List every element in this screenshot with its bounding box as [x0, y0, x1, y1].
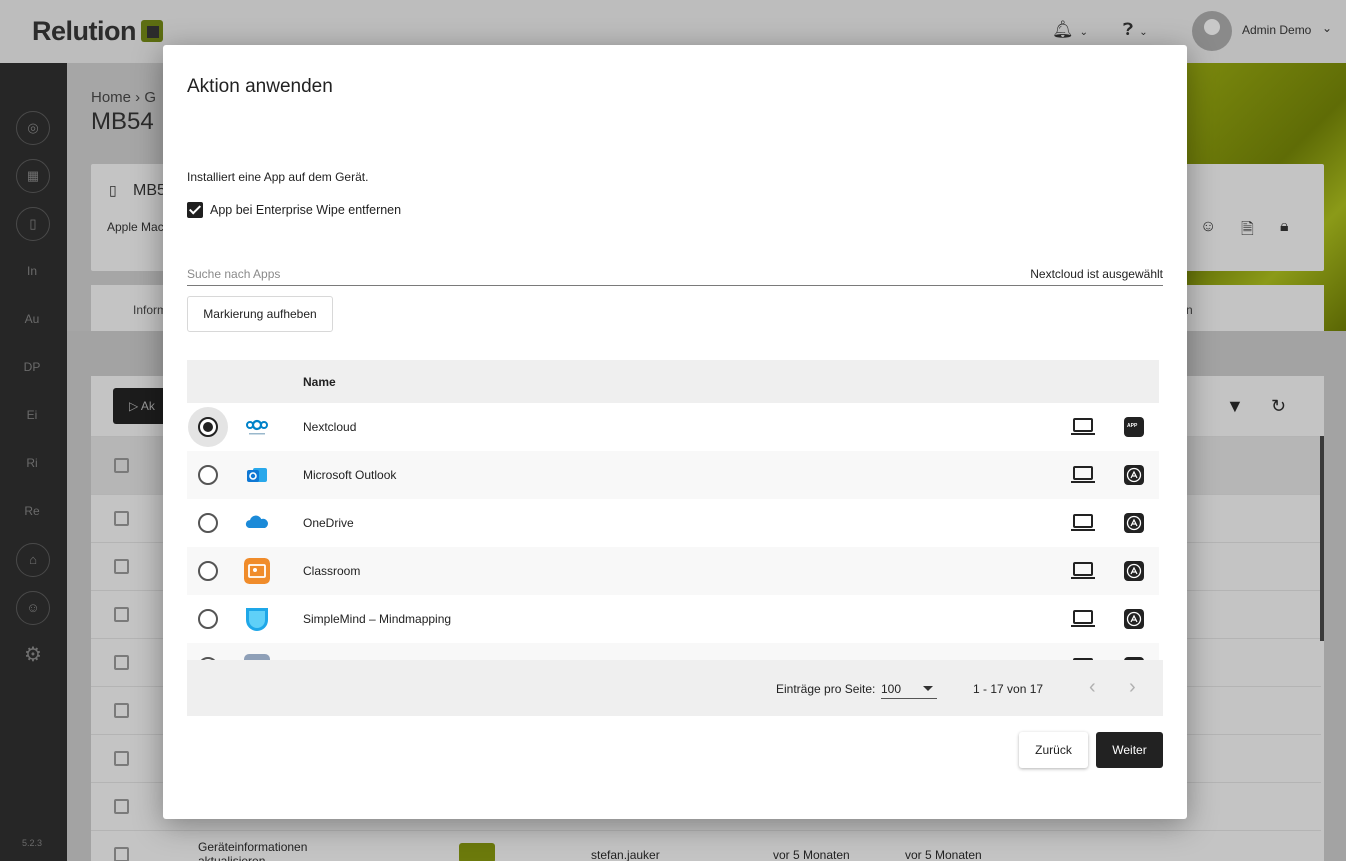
user-icon[interactable]: ☺	[16, 591, 50, 625]
dialog-title: Aktion anwenden	[187, 76, 333, 97]
app-radio[interactable]	[198, 465, 218, 485]
onedrive-icon	[245, 515, 268, 528]
search-input[interactable]	[187, 265, 887, 283]
page-range: 1 - 17 von 17	[973, 682, 1044, 696]
tab-info[interactable]: Inform	[133, 303, 167, 317]
document-icon[interactable]: 🗎	[1241, 218, 1254, 245]
laptop-icon	[1071, 418, 1095, 435]
sidebar-item-ei[interactable]: Ei	[0, 408, 64, 422]
lock-icon[interactable]: 🔒︎	[1280, 218, 1289, 236]
app-search: Nextcloud ist ausgewählt	[187, 265, 1163, 286]
laptop-icon	[1071, 610, 1095, 627]
laptop-icon	[1071, 466, 1095, 483]
sidebar-item-in[interactable]: In	[0, 264, 64, 278]
selection-status: Nextcloud ist ausgewählt	[1030, 267, 1163, 281]
scrollbar[interactable]	[1320, 436, 1324, 641]
app-store-icon	[1124, 513, 1144, 533]
simplemind-icon	[246, 608, 268, 631]
updated-cell: vor 5 Monaten	[905, 848, 982, 861]
laptop-icon: ▯	[109, 182, 117, 198]
app-row-partial[interactable]	[187, 643, 1159, 660]
user-icon[interactable]: ☺	[1200, 218, 1216, 236]
breadcrumb[interactable]: Home › G	[91, 89, 156, 106]
app-store-icon	[1124, 561, 1144, 581]
refresh-icon[interactable]: ↻	[1271, 396, 1286, 417]
dialog-description: Installiert eine App auf dem Gerät.	[187, 170, 369, 184]
avatar[interactable]	[1192, 11, 1232, 51]
app-radio-selected[interactable]	[198, 417, 218, 437]
outlook-icon	[247, 468, 267, 482]
laptop-icon	[1071, 514, 1095, 531]
apply-action-dialog: Aktion anwenden Installiert eine App auf…	[163, 45, 1187, 819]
brand-logo-mark	[141, 20, 163, 42]
app-name: SimpleMind – Mindmapping	[303, 612, 452, 626]
laptop-icon	[1071, 562, 1095, 579]
classroom-icon	[244, 558, 270, 584]
app-name: Nextcloud	[303, 420, 357, 434]
app-badge-icon: APP	[1124, 417, 1144, 437]
app-store-icon	[1124, 609, 1144, 629]
user-cell: stefan.jauker	[591, 848, 660, 861]
app-row-classroom[interactable]: Classroom	[187, 547, 1159, 595]
row-checkbox[interactable]	[114, 655, 129, 670]
bell-icon[interactable]: 🔔︎ ⌄	[1052, 20, 1088, 40]
device-icon[interactable]: ▯	[16, 207, 50, 241]
chevron-right-icon[interactable]: ›	[1129, 676, 1136, 699]
row-checkbox[interactable]	[114, 511, 129, 526]
row-checkbox[interactable]	[114, 799, 129, 814]
apps-grid-icon[interactable]: ▦	[16, 159, 50, 193]
chevron-left-icon[interactable]: ‹	[1089, 676, 1096, 699]
column-name[interactable]: Name	[303, 375, 336, 389]
per-page-label: Einträge pro Seite:	[776, 682, 876, 696]
dashboard-icon[interactable]: ◎	[16, 111, 50, 145]
back-button[interactable]: Zurück	[1019, 732, 1088, 768]
sidebar-item-ri[interactable]: Ri	[0, 456, 64, 470]
app-name: Microsoft Outlook	[303, 468, 397, 482]
app-radio[interactable]	[198, 609, 218, 629]
app-row-outlook[interactable]: Microsoft Outlook	[187, 451, 1159, 499]
app-radio[interactable]	[198, 561, 218, 581]
enterprise-wipe-checkbox[interactable]	[187, 202, 203, 218]
play-icon[interactable]	[459, 843, 495, 861]
user-name[interactable]: Admin Demo	[1242, 23, 1311, 37]
per-page-select[interactable]: 100	[881, 679, 937, 699]
education-icon[interactable]: ⌂	[16, 543, 50, 577]
row-checkbox[interactable]	[114, 703, 129, 718]
app-row-onedrive[interactable]: OneDrive	[187, 499, 1159, 547]
caret-down-icon	[923, 686, 933, 691]
app-row-simplemind[interactable]: SimpleMind – Mindmapping	[187, 595, 1159, 643]
app-row-nextcloud[interactable]: Nextcloud APP	[187, 403, 1159, 451]
next-button[interactable]: Weiter	[1096, 732, 1163, 768]
pagination: Einträge pro Seite: 100 1 - 17 von 17 ‹ …	[187, 660, 1163, 716]
sidebar-item-re[interactable]: Re	[0, 504, 64, 518]
app-table-header: Name	[187, 360, 1159, 403]
tab-right[interactable]: n	[1186, 303, 1193, 317]
action-cell: Geräteinformationen aktualisieren	[198, 840, 308, 861]
nextcloud-icon	[246, 419, 268, 435]
filter-icon[interactable]: ▼	[1226, 396, 1244, 417]
question-circle-icon[interactable]: ❓︎ ⌄	[1123, 20, 1148, 40]
app-table: Nextcloud APP Microsoft Outlook OneDrive…	[187, 403, 1159, 660]
sidebar-item-au[interactable]: Au	[0, 312, 64, 326]
gear-icon[interactable]: ⚙	[16, 639, 50, 673]
row-checkbox[interactable]	[114, 751, 129, 766]
row-checkbox[interactable]	[114, 607, 129, 622]
chevron-down-icon[interactable]: ⌄	[1322, 21, 1332, 35]
page-title: MB54	[91, 108, 154, 135]
row-checkbox[interactable]	[114, 559, 129, 574]
select-all-checkbox[interactable]	[114, 458, 129, 473]
app-radio[interactable]	[198, 513, 218, 533]
sidebar-item-dp[interactable]: DP	[0, 360, 64, 374]
brand-logo: Relution	[32, 16, 137, 46]
app-store-icon	[1124, 465, 1144, 485]
device-type: Apple Mac	[107, 220, 164, 234]
version-label: 5.2.3	[21, 838, 43, 848]
device-name: MB5	[133, 182, 166, 199]
row-checkbox[interactable]	[114, 847, 129, 861]
created-cell: vor 5 Monaten	[773, 848, 850, 861]
app-name: Classroom	[303, 564, 361, 578]
app-name: OneDrive	[303, 516, 354, 530]
clear-selection-button[interactable]: Markierung aufheben	[187, 296, 333, 332]
enterprise-wipe-label[interactable]: App bei Enterprise Wipe entfernen	[210, 203, 401, 217]
